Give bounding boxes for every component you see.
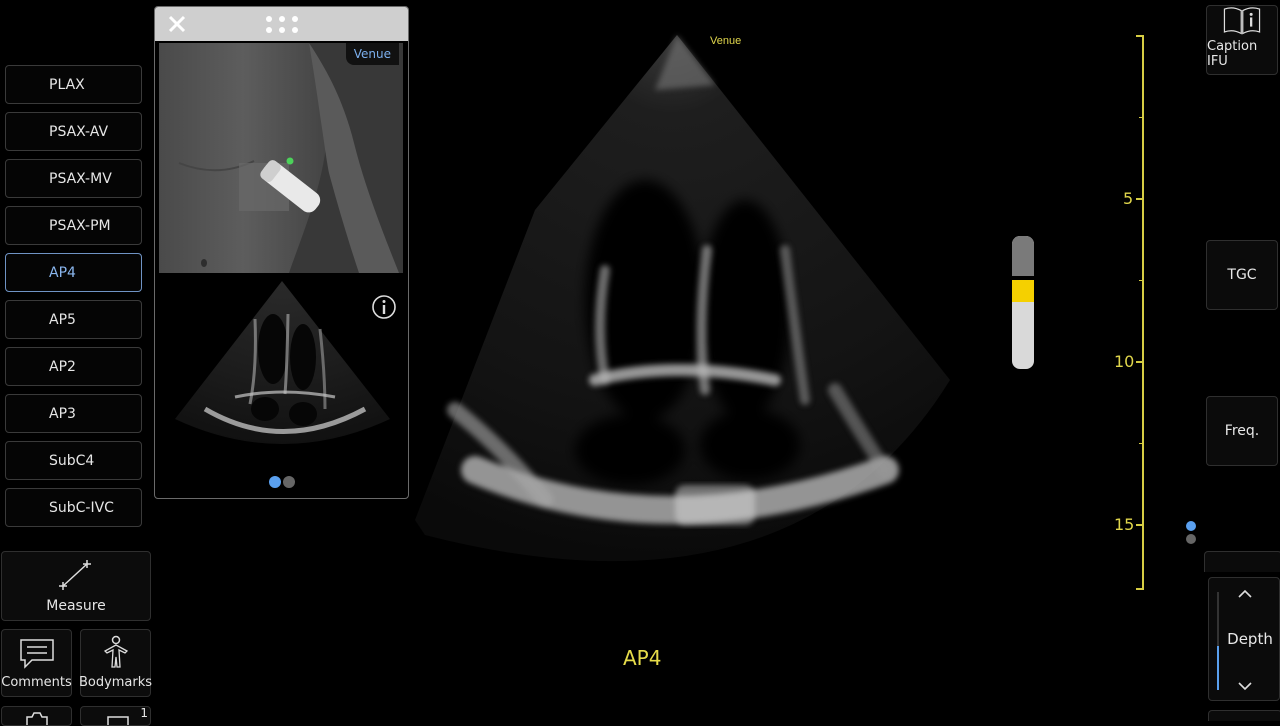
gain-slider-thumb[interactable] (1012, 280, 1034, 302)
view-label: SubC4 (49, 452, 95, 469)
depth-minor-tick (1139, 117, 1144, 118)
caption-ifu-button[interactable]: Caption IFU (1206, 5, 1278, 75)
reference-echo-thumbnail (175, 281, 390, 444)
depth-label: Depth (1227, 630, 1273, 648)
depth-level-fill (1217, 646, 1219, 690)
depth-tick (1136, 524, 1144, 526)
control-tab-edge (1208, 710, 1280, 721)
measure-button[interactable]: Measure (1, 551, 151, 621)
page-indicator-dot[interactable] (283, 476, 295, 488)
camera-icon (25, 712, 48, 725)
view-label: PSAX-MV (49, 170, 112, 187)
view-label: PLAX (49, 76, 85, 93)
view-label: AP3 (49, 405, 76, 422)
bodymarks-label: Bodymarks (78, 675, 153, 690)
view-label: AP4 (49, 264, 76, 281)
view-button-subc4[interactable]: SubC4 (5, 441, 142, 480)
info-icon[interactable] (371, 294, 397, 320)
view-label: PSAX-PM (49, 217, 111, 234)
bodymark-icon (103, 635, 128, 668)
comment-icon (19, 639, 54, 669)
comments-label: Comments (1, 675, 72, 690)
depth-tick (1136, 35, 1144, 37)
depth-label-5: 5 (1123, 189, 1134, 208)
freq-button[interactable]: Freq. (1206, 396, 1278, 466)
current-view-label: AP4 (623, 646, 662, 670)
control-page-dot-active[interactable] (1186, 521, 1196, 531)
measure-icon (59, 560, 91, 590)
clip-icon (106, 716, 129, 725)
page-indicator-dot-active[interactable] (269, 476, 281, 488)
view-button-ap2[interactable]: AP2 (5, 347, 142, 386)
depth-tick (1136, 588, 1144, 590)
view-label: PSAX-AV (49, 123, 109, 140)
camera-button[interactable] (1, 706, 72, 726)
view-button-ap5[interactable]: AP5 (5, 300, 142, 339)
bodymarks-button[interactable]: Bodymarks (78, 629, 153, 697)
image-venue-label: Venue (710, 35, 741, 47)
tgc-button[interactable]: TGC (1206, 240, 1278, 310)
view-label: AP5 (49, 311, 76, 328)
guidance-panel-header[interactable] (155, 7, 408, 41)
book-info-icon (1223, 7, 1261, 35)
chevron-down-icon[interactable] (1237, 680, 1253, 692)
tgc-label: TGC (1227, 267, 1257, 283)
view-button-psax-av[interactable]: PSAX-AV (5, 112, 142, 151)
chevron-up-icon[interactable] (1237, 588, 1253, 600)
view-label: SubC-IVC (49, 499, 114, 516)
close-icon[interactable] (167, 14, 187, 34)
comments-button[interactable]: Comments (1, 629, 72, 697)
guidance-panel: Venue (154, 6, 409, 499)
view-button-ap4[interactable]: AP4 (5, 253, 142, 292)
grip-dots-icon[interactable] (265, 15, 299, 35)
control-tab-edge (1204, 551, 1280, 572)
clip-count-badge: 1 (140, 706, 148, 720)
ultrasound-image[interactable]: Venue (415, 30, 955, 595)
measure-label: Measure (46, 598, 106, 614)
depth-control[interactable]: Depth (1208, 577, 1280, 701)
caption-ifu-label: Caption IFU (1207, 39, 1258, 69)
venue-tag: Venue (345, 43, 399, 65)
depth-minor-tick (1139, 443, 1144, 444)
depth-tick (1136, 361, 1144, 363)
view-button-psax-pm[interactable]: PSAX-PM (5, 206, 142, 245)
control-page-dot[interactable] (1186, 534, 1196, 544)
depth-minor-tick (1139, 280, 1144, 281)
view-button-plax[interactable]: PLAX (5, 65, 142, 104)
view-button-psax-mv[interactable]: PSAX-MV (5, 159, 142, 198)
gain-slider[interactable] (1012, 236, 1034, 369)
freq-label: Freq. (1224, 423, 1260, 439)
depth-tick (1136, 198, 1144, 200)
view-label: AP2 (49, 358, 76, 375)
depth-scale-axis (1142, 35, 1144, 590)
view-button-ap3[interactable]: AP3 (5, 394, 142, 433)
clip-button[interactable]: 1 (80, 706, 151, 726)
depth-label-15: 15 (1114, 515, 1135, 534)
probe-placement-illustration: Venue (159, 43, 403, 273)
torso-probe-image (159, 43, 403, 273)
view-button-subc-ivc[interactable]: SubC-IVC (5, 488, 142, 527)
gain-slider-track-top (1012, 236, 1034, 276)
depth-label-10: 10 (1114, 352, 1135, 371)
